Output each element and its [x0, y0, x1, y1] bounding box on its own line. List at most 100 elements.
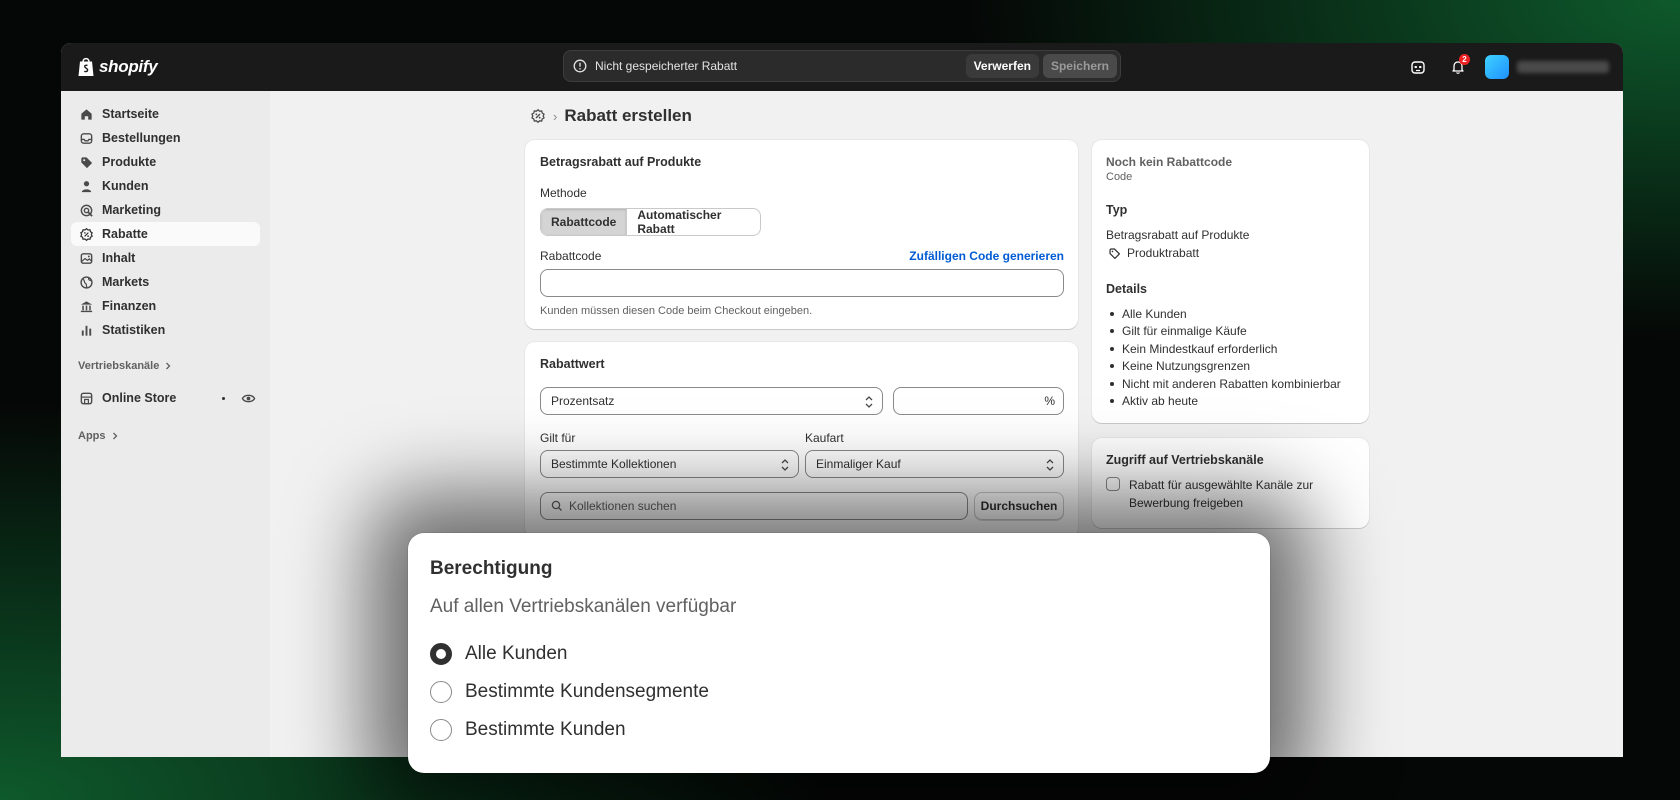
applies-to-value: Bestimmte Kollektionen [551, 457, 677, 471]
discard-button[interactable]: Verwerfen [965, 54, 1039, 78]
store-icon [80, 392, 93, 404]
summary-card: Noch kein Rabattcode Code Typ Betragsrab… [1092, 140, 1369, 423]
discount-code-input[interactable] [540, 269, 1064, 297]
details-heading-text: Details [1106, 282, 1147, 296]
discount-method-card: Betragsrabatt auf Produkte Methode Rabat… [525, 140, 1078, 329]
page-title: Rabatt erstellen [564, 106, 692, 125]
applies-to-select[interactable]: Bestimmte Kollektionen [540, 450, 799, 478]
apps-section[interactable]: Apps [78, 430, 270, 442]
card-title: Zugriff auf Vertriebskanäle [1106, 453, 1264, 467]
list-item: Nicht mit anderen Rabatten kombinierbar [1106, 375, 1341, 393]
details-list: Alle Kunden Gilt für einmalige Käufe Kei… [1106, 305, 1341, 410]
sidekick-button[interactable] [1405, 54, 1431, 80]
eligibility-option-all[interactable]: Alle Kunden [430, 643, 567, 665]
chevron-right-icon [166, 362, 171, 370]
code-label: Rabattcode [540, 249, 602, 263]
checkbox-label-line: Bewerbung freigeben [1129, 495, 1244, 510]
eligibility-option-customers[interactable]: Bestimmte Kunden [430, 719, 626, 741]
type-heading: Typ [1106, 203, 1127, 217]
select-chevron-icon [1046, 459, 1054, 471]
method-option-rabattcode[interactable]: Rabattcode [541, 209, 627, 235]
sidebar-item-label: Startseite [102, 107, 159, 121]
value-type-select[interactable]: Prozentsatz [540, 387, 883, 415]
generate-code-link[interactable]: Zufälligen Code generieren [909, 249, 1064, 263]
sidebar-item-produkte[interactable]: Produkte [71, 150, 260, 174]
tag-icon [81, 156, 93, 168]
list-item: Keine Nutzungsgrenzen [1106, 358, 1341, 376]
sidebar: Startseite Bestellungen Produkte Kunden … [61, 91, 270, 757]
sidebar-item-startseite[interactable]: Startseite [71, 102, 260, 126]
sidebar-item-markets[interactable]: Markets [71, 270, 260, 294]
sidekick-icon [1411, 61, 1425, 74]
sidebar-item-rabatte[interactable]: Rabatte [71, 222, 260, 246]
discount-icon [80, 227, 93, 241]
search-icon [551, 500, 562, 511]
sidebar-item-label: Inhalt [102, 251, 136, 265]
percent-input[interactable]: % [893, 387, 1064, 415]
method-option-automatic[interactable]: Automatischer Rabatt [626, 209, 760, 235]
browse-button[interactable]: Durchsuchen [974, 492, 1064, 520]
radio-button-selected[interactable] [430, 643, 452, 665]
account-menu[interactable] [1485, 55, 1609, 79]
collection-search-input[interactable]: Kollektionen suchen [540, 492, 968, 520]
bank-icon [80, 300, 93, 312]
person-icon [81, 180, 92, 192]
discount-icon[interactable] [530, 108, 546, 124]
sidebar-item-label: Statistiken [102, 323, 166, 337]
card-title: Betragsrabatt auf Produkte [540, 155, 702, 169]
sidebar-item-label: Finanzen [102, 299, 157, 313]
channels-checkbox[interactable] [1106, 477, 1120, 491]
breadcrumb-separator: › [553, 108, 558, 124]
eligibility-option-segments[interactable]: Bestimmte Kundensegmente [430, 681, 709, 703]
sidebar-nav: Startseite Bestellungen Produkte Kunden … [61, 91, 270, 342]
inbox-icon [80, 132, 93, 144]
sidebar-item-label: Kunden [102, 179, 149, 193]
discount-value-card: Rabattwert Prozentsatz % Gilt für Kaufar… [525, 342, 1078, 538]
type-heading-text: Typ [1106, 203, 1128, 217]
select-chevron-icon [781, 459, 789, 471]
radio-button[interactable] [430, 719, 452, 741]
brand-name: shopify [99, 56, 158, 76]
details-heading: Details [1106, 282, 1147, 296]
list-item: Alle Kunden [1106, 305, 1341, 323]
purchase-type-select[interactable]: Einmaliger Kauf [805, 450, 1064, 478]
shopify-logo[interactable]: shopify [77, 56, 158, 77]
eligibility-subtitle: Auf allen Vertriebskanälen verfügbar [430, 596, 737, 617]
sidebar-item-marketing[interactable]: Marketing [71, 198, 260, 222]
eligibility-card: Berechtigung Auf allen Vertriebskanälen … [408, 533, 1270, 773]
chart-bar-icon [81, 325, 92, 336]
globe-icon [80, 275, 93, 289]
eye-icon[interactable] [241, 391, 256, 406]
sidebar-item-label: Marketing [102, 203, 162, 217]
alert-circle-icon [573, 59, 587, 73]
channels-checkbox-label: Rabatt für ausgewählte Kanäle zur Bewerb… [1129, 477, 1313, 512]
apps-label: Apps [78, 430, 106, 442]
type-value: Betragsrabatt auf Produkte [1106, 228, 1250, 242]
sidebar-item-kunden[interactable]: Kunden [71, 174, 260, 198]
sidebar-item-statistiken[interactable]: Statistiken [71, 318, 260, 342]
sales-channels-section[interactable]: Vertriebskanäle [78, 360, 270, 372]
top-right-actions: 2 [1405, 54, 1609, 80]
chevron-right-icon [112, 432, 117, 440]
notification-badge: 2 [1459, 54, 1470, 65]
sidebar-item-online-store[interactable]: Online Store [71, 386, 260, 410]
content-icon [80, 252, 93, 264]
breadcrumb: › Rabatt erstellen [530, 106, 692, 126]
target-icon [80, 204, 93, 217]
sidebar-item-finanzen[interactable]: Finanzen [71, 294, 260, 318]
notifications-button[interactable]: 2 [1445, 54, 1471, 80]
tag-label: Produktrabatt [1127, 246, 1200, 260]
list-item: Kein Mindestkauf erforderlich [1106, 340, 1341, 358]
sidebar-item-inhalt[interactable]: Inhalt [71, 246, 260, 270]
unsaved-message: Nicht gespeicherter Rabatt [595, 59, 738, 73]
card-title: Rabattwert [540, 357, 605, 371]
save-button[interactable]: Speichern [1042, 54, 1117, 78]
sidebar-item-label: Bestellungen [102, 131, 181, 145]
online-store-label: Online Store [102, 391, 177, 405]
search-placeholder: Kollektionen suchen [569, 499, 677, 513]
radio-button[interactable] [430, 681, 452, 703]
sidebar-item-bestellungen[interactable]: Bestellungen [71, 126, 260, 150]
sidebar-item-label: Produkte [102, 155, 157, 169]
code-subtitle: Code [1106, 171, 1133, 183]
sales-channels-label: Vertriebskanäle [78, 360, 160, 372]
